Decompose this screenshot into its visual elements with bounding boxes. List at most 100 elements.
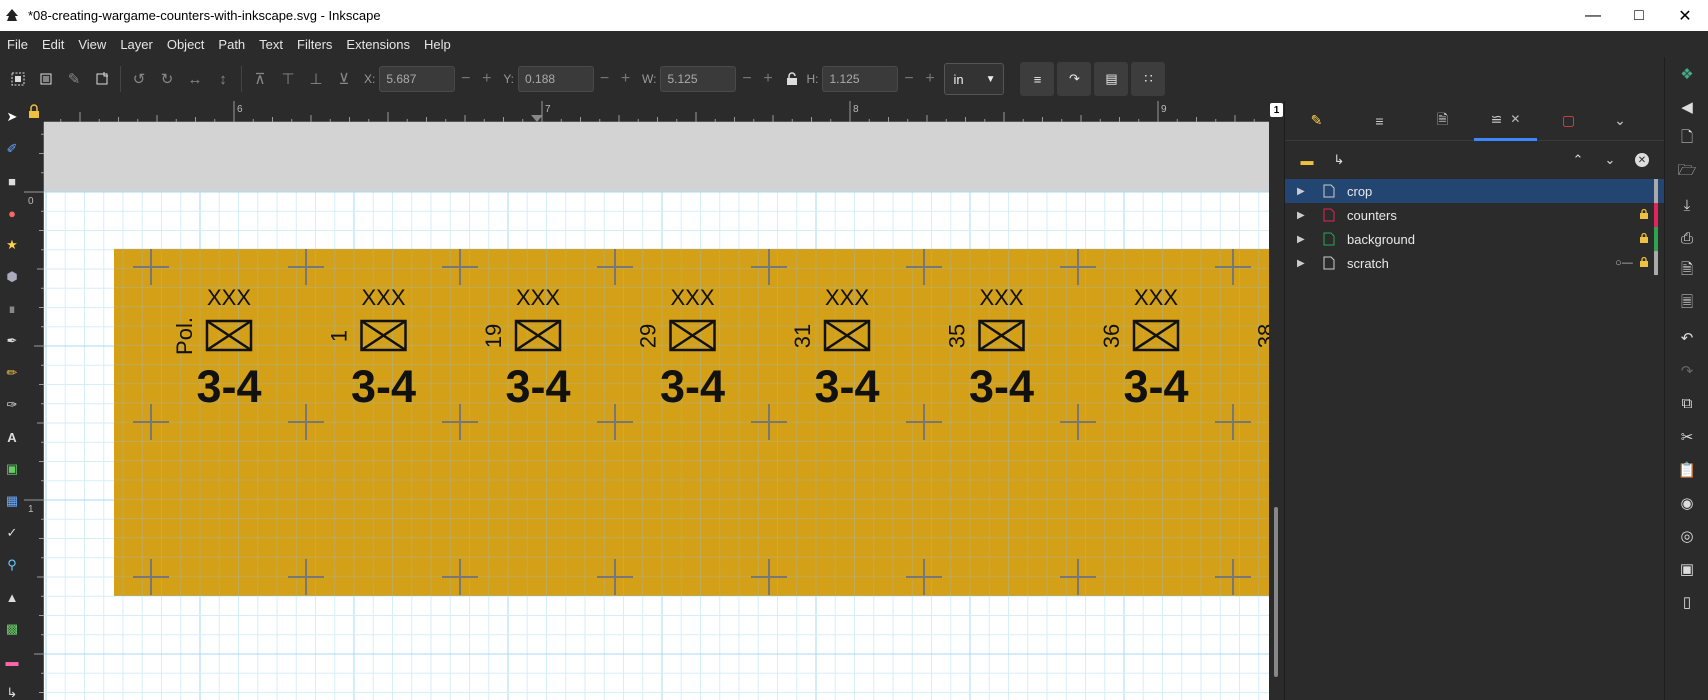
select-all-layers-button[interactable] — [32, 65, 60, 93]
spiral-tool[interactable]: ∎ — [0, 293, 24, 325]
w-stepper[interactable]: − + — [736, 66, 778, 92]
dropper-tool[interactable]: ✓ — [0, 517, 24, 549]
mesh-tool[interactable]: ▦ — [0, 485, 24, 517]
y-stepper[interactable]: − + — [594, 66, 636, 92]
minimize-button[interactable]: — — [1570, 0, 1616, 31]
move-gradients-button[interactable]: ▤ — [1094, 62, 1129, 96]
move-patterns-button[interactable]: ∷ — [1131, 62, 1166, 96]
delete-layer-button[interactable]: ✕ — [1626, 146, 1658, 174]
lower-to-bottom-button[interactable]: ⊻ — [330, 65, 358, 93]
new-document-button[interactable]: 🗋 — [1665, 123, 1708, 156]
redo-button[interactable]: ↷ — [1665, 354, 1708, 387]
copy-button[interactable]: ⧉ — [1665, 387, 1708, 420]
print-button[interactable]: ⎙ — [1665, 222, 1708, 255]
lower-button[interactable]: ⊥ — [302, 65, 330, 93]
save-button[interactable]: ⤓ — [1665, 189, 1708, 222]
maximize-button[interactable]: □ — [1616, 0, 1662, 31]
paste-button[interactable]: 📋 — [1665, 453, 1708, 486]
menu-help[interactable]: Help — [417, 37, 458, 52]
menu-object[interactable]: Object — [160, 37, 212, 52]
export-button[interactable]: 🗏 — [1665, 288, 1708, 321]
connector-tool[interactable]: ↳ — [0, 677, 24, 700]
expand-icon[interactable]: ▶ — [1297, 186, 1311, 197]
open-button[interactable]: 🗁 — [1665, 156, 1708, 189]
calligraphy-tool[interactable]: ✑ — [0, 389, 24, 421]
x-stepper[interactable]: − + — [455, 66, 497, 92]
raise-to-top-button[interactable]: ⊼ — [246, 65, 274, 93]
zoom-width-button[interactable]: ▯ — [1665, 585, 1708, 618]
canvas[interactable]: XXX 3-4 Pol. XXX 3-4 1 XXX 3-4 19 XXX 3-4 29 XXX 3-4 3… — [44, 122, 1269, 700]
unit-select[interactable]: in ▼ — [944, 63, 1005, 95]
layer-row-counters[interactable]: ▶ counters — [1285, 203, 1664, 227]
zoom-selection-button[interactable]: ◉ — [1665, 486, 1708, 519]
y-input[interactable]: 0.188 — [518, 66, 595, 92]
menu-text[interactable]: Text — [252, 37, 290, 52]
layer-row-background[interactable]: ▶ background — [1285, 227, 1664, 251]
lock-guides-toggle[interactable] — [24, 101, 44, 122]
menu-view[interactable]: View — [71, 37, 113, 52]
flip-vertical-button[interactable]: ↕ — [209, 65, 237, 93]
star-tool[interactable]: ★ — [0, 229, 24, 261]
x-input[interactable]: 5.687 — [379, 66, 456, 92]
tweak-tool[interactable]: ▲ — [0, 581, 24, 613]
tab-fill-stroke[interactable]: ✎ — [1285, 101, 1348, 141]
undo-button[interactable]: ↶ — [1665, 321, 1708, 354]
lock-toggle[interactable] — [1634, 232, 1654, 247]
rotate-ccw-button[interactable]: ↺ — [125, 65, 153, 93]
lock-proportions-button[interactable] — [778, 65, 806, 93]
zoom-page-button[interactable]: ▣ — [1665, 552, 1708, 585]
w-input[interactable]: 5.125 — [660, 66, 737, 92]
h-input[interactable]: 1.125 — [822, 66, 899, 92]
menu-layer[interactable]: Layer — [113, 37, 160, 52]
close-button[interactable]: ✕ — [1662, 0, 1708, 31]
close-icon[interactable]: ✕ — [1510, 112, 1520, 126]
tab-more[interactable]: ⌄ — [1600, 101, 1640, 141]
tab-document-properties[interactable]: 🗎 — [1411, 101, 1474, 141]
tab-align[interactable]: ≡ — [1348, 101, 1411, 141]
scale-corners-button[interactable]: ↷ — [1057, 62, 1092, 96]
rotate-cw-button[interactable]: ↻ — [153, 65, 181, 93]
add-sublayer-button[interactable]: ↳ — [1323, 146, 1355, 174]
gradient-tool[interactable]: ▣ — [0, 453, 24, 485]
menu-path[interactable]: Path — [211, 37, 252, 52]
expand-icon[interactable]: ▶ — [1297, 258, 1311, 269]
vertical-scrollbar[interactable] — [1269, 122, 1284, 700]
text-tool[interactable]: A — [0, 421, 24, 453]
h-stepper[interactable]: − + — [898, 66, 940, 92]
pen-tool[interactable]: ✒ — [0, 325, 24, 357]
select-all-button[interactable] — [4, 65, 32, 93]
snap-toggle-button[interactable]: ❖ — [1665, 57, 1708, 90]
expand-icon[interactable]: ▶ — [1297, 210, 1311, 221]
paint-bucket-tool[interactable]: ⚲ — [0, 549, 24, 581]
layer-row-scratch[interactable]: ▶ scratch ○— — [1285, 251, 1664, 275]
hidden-eye-icon[interactable]: ○— — [1614, 257, 1634, 269]
touch-select-button[interactable] — [88, 65, 116, 93]
zoom-drawing-button[interactable]: ◎ — [1665, 519, 1708, 552]
scale-stroke-button[interactable]: ≡ — [1020, 62, 1055, 96]
3d-box-tool[interactable]: ⬢ — [0, 261, 24, 293]
menu-filters[interactable]: Filters — [290, 37, 339, 52]
lock-toggle[interactable] — [1634, 256, 1654, 271]
cut-button[interactable]: ✂ — [1665, 420, 1708, 453]
layer-row-crop[interactable]: ▶ crop — [1285, 179, 1664, 203]
scrollbar-thumb[interactable] — [1274, 507, 1278, 677]
raise-layer-button[interactable]: ⌃ — [1562, 146, 1594, 174]
menu-extensions[interactable]: Extensions — [339, 37, 417, 52]
ellipse-tool[interactable]: ● — [0, 197, 24, 229]
eraser-tool[interactable]: ▬ — [0, 645, 24, 677]
expand-icon[interactable]: ▶ — [1297, 234, 1311, 245]
flip-horizontal-button[interactable]: ↔ — [181, 65, 209, 93]
pencil-tool[interactable]: ✏ — [0, 357, 24, 389]
node-tool[interactable]: ✐ — [0, 133, 24, 165]
add-layer-button[interactable]: ▬ — [1291, 146, 1323, 174]
tab-layers[interactable]: ≌ ✕ — [1474, 101, 1537, 141]
deselect-button[interactable]: ✎ — [60, 65, 88, 93]
menu-edit[interactable]: Edit — [35, 37, 71, 52]
rectangle-tool[interactable]: ■ — [0, 165, 24, 197]
collapse-dock-button[interactable]: ◀ — [1665, 90, 1708, 123]
lower-layer-button[interactable]: ⌄ — [1594, 146, 1626, 174]
tab-clip-mask[interactable]: ▢ — [1537, 101, 1600, 141]
selector-tool[interactable]: ➤ — [0, 101, 24, 133]
spray-tool[interactable]: ▩ — [0, 613, 24, 645]
import-button[interactable]: 🗎 — [1665, 255, 1708, 288]
